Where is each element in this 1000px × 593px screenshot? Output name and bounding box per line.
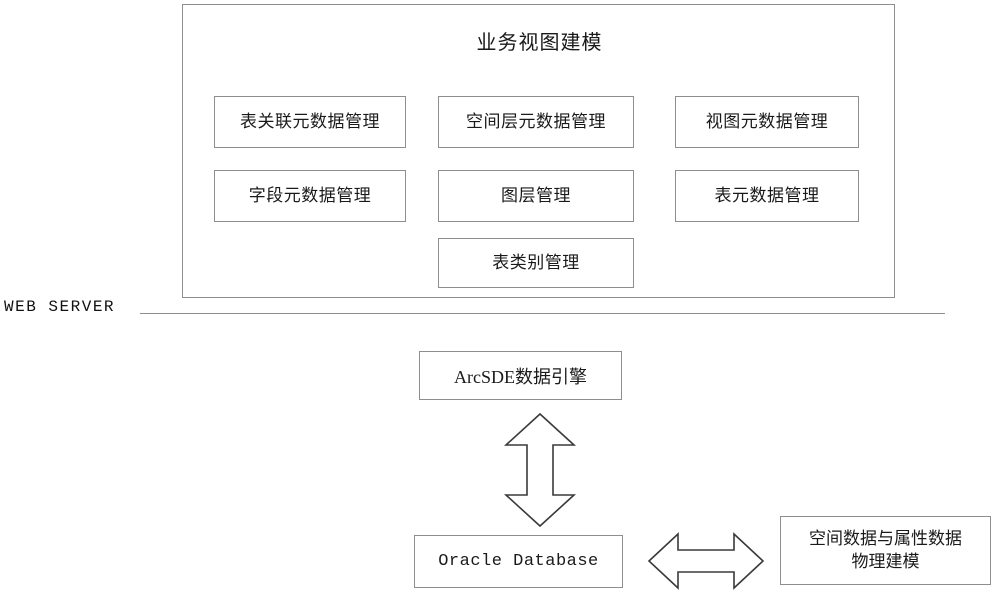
module-box-label: 字段元数据管理 bbox=[248, 186, 372, 206]
module-box-label: 视图元数据管理 bbox=[705, 112, 829, 132]
module-box-table-metadata[interactable]: 表元数据管理 bbox=[675, 170, 859, 222]
tier-divider-line bbox=[140, 313, 945, 314]
module-box-label: 表类别管理 bbox=[492, 253, 580, 273]
module-box-field-metadata[interactable]: 字段元数据管理 bbox=[214, 170, 406, 222]
box-label-line-1: 空间数据与属性数据 bbox=[809, 528, 962, 548]
section-title-business-view-modeling: 业务视图建模 bbox=[476, 32, 603, 54]
module-box-table-category-management[interactable]: 表类别管理 bbox=[438, 238, 634, 288]
module-box-table-relation-metadata[interactable]: 表关联元数据管理 bbox=[214, 96, 406, 148]
module-box-label: 表元数据管理 bbox=[714, 186, 820, 206]
module-box-layer-management[interactable]: 图层管理 bbox=[438, 170, 634, 222]
box-arcsde-data-engine[interactable]: ArcSDE数据引擎 bbox=[419, 351, 622, 400]
box-label: ArcSDE数据引擎 bbox=[454, 366, 587, 387]
horizontal-double-arrow-icon bbox=[645, 522, 767, 593]
module-box-spatial-layer-metadata[interactable]: 空间层元数据管理 bbox=[438, 96, 634, 148]
tier-label-web-server: WEB SERVER bbox=[4, 298, 116, 316]
box-label: Oracle Database bbox=[438, 552, 599, 571]
module-box-label: 空间层元数据管理 bbox=[466, 112, 606, 132]
box-label-line-2: 物理建模 bbox=[851, 551, 920, 571]
module-box-view-metadata[interactable]: 视图元数据管理 bbox=[675, 96, 859, 148]
module-box-label: 表关联元数据管理 bbox=[240, 112, 380, 132]
diagram-canvas: 业务视图建模 表关联元数据管理 空间层元数据管理 视图元数据管理 字段元数据管理… bbox=[0, 0, 1000, 593]
module-box-label: 图层管理 bbox=[501, 186, 571, 206]
box-oracle-database[interactable]: Oracle Database bbox=[414, 535, 623, 588]
box-spatial-attribute-physical-modeling[interactable]: 空间数据与属性数据 物理建模 bbox=[780, 516, 991, 585]
vertical-double-arrow-icon bbox=[496, 411, 584, 529]
